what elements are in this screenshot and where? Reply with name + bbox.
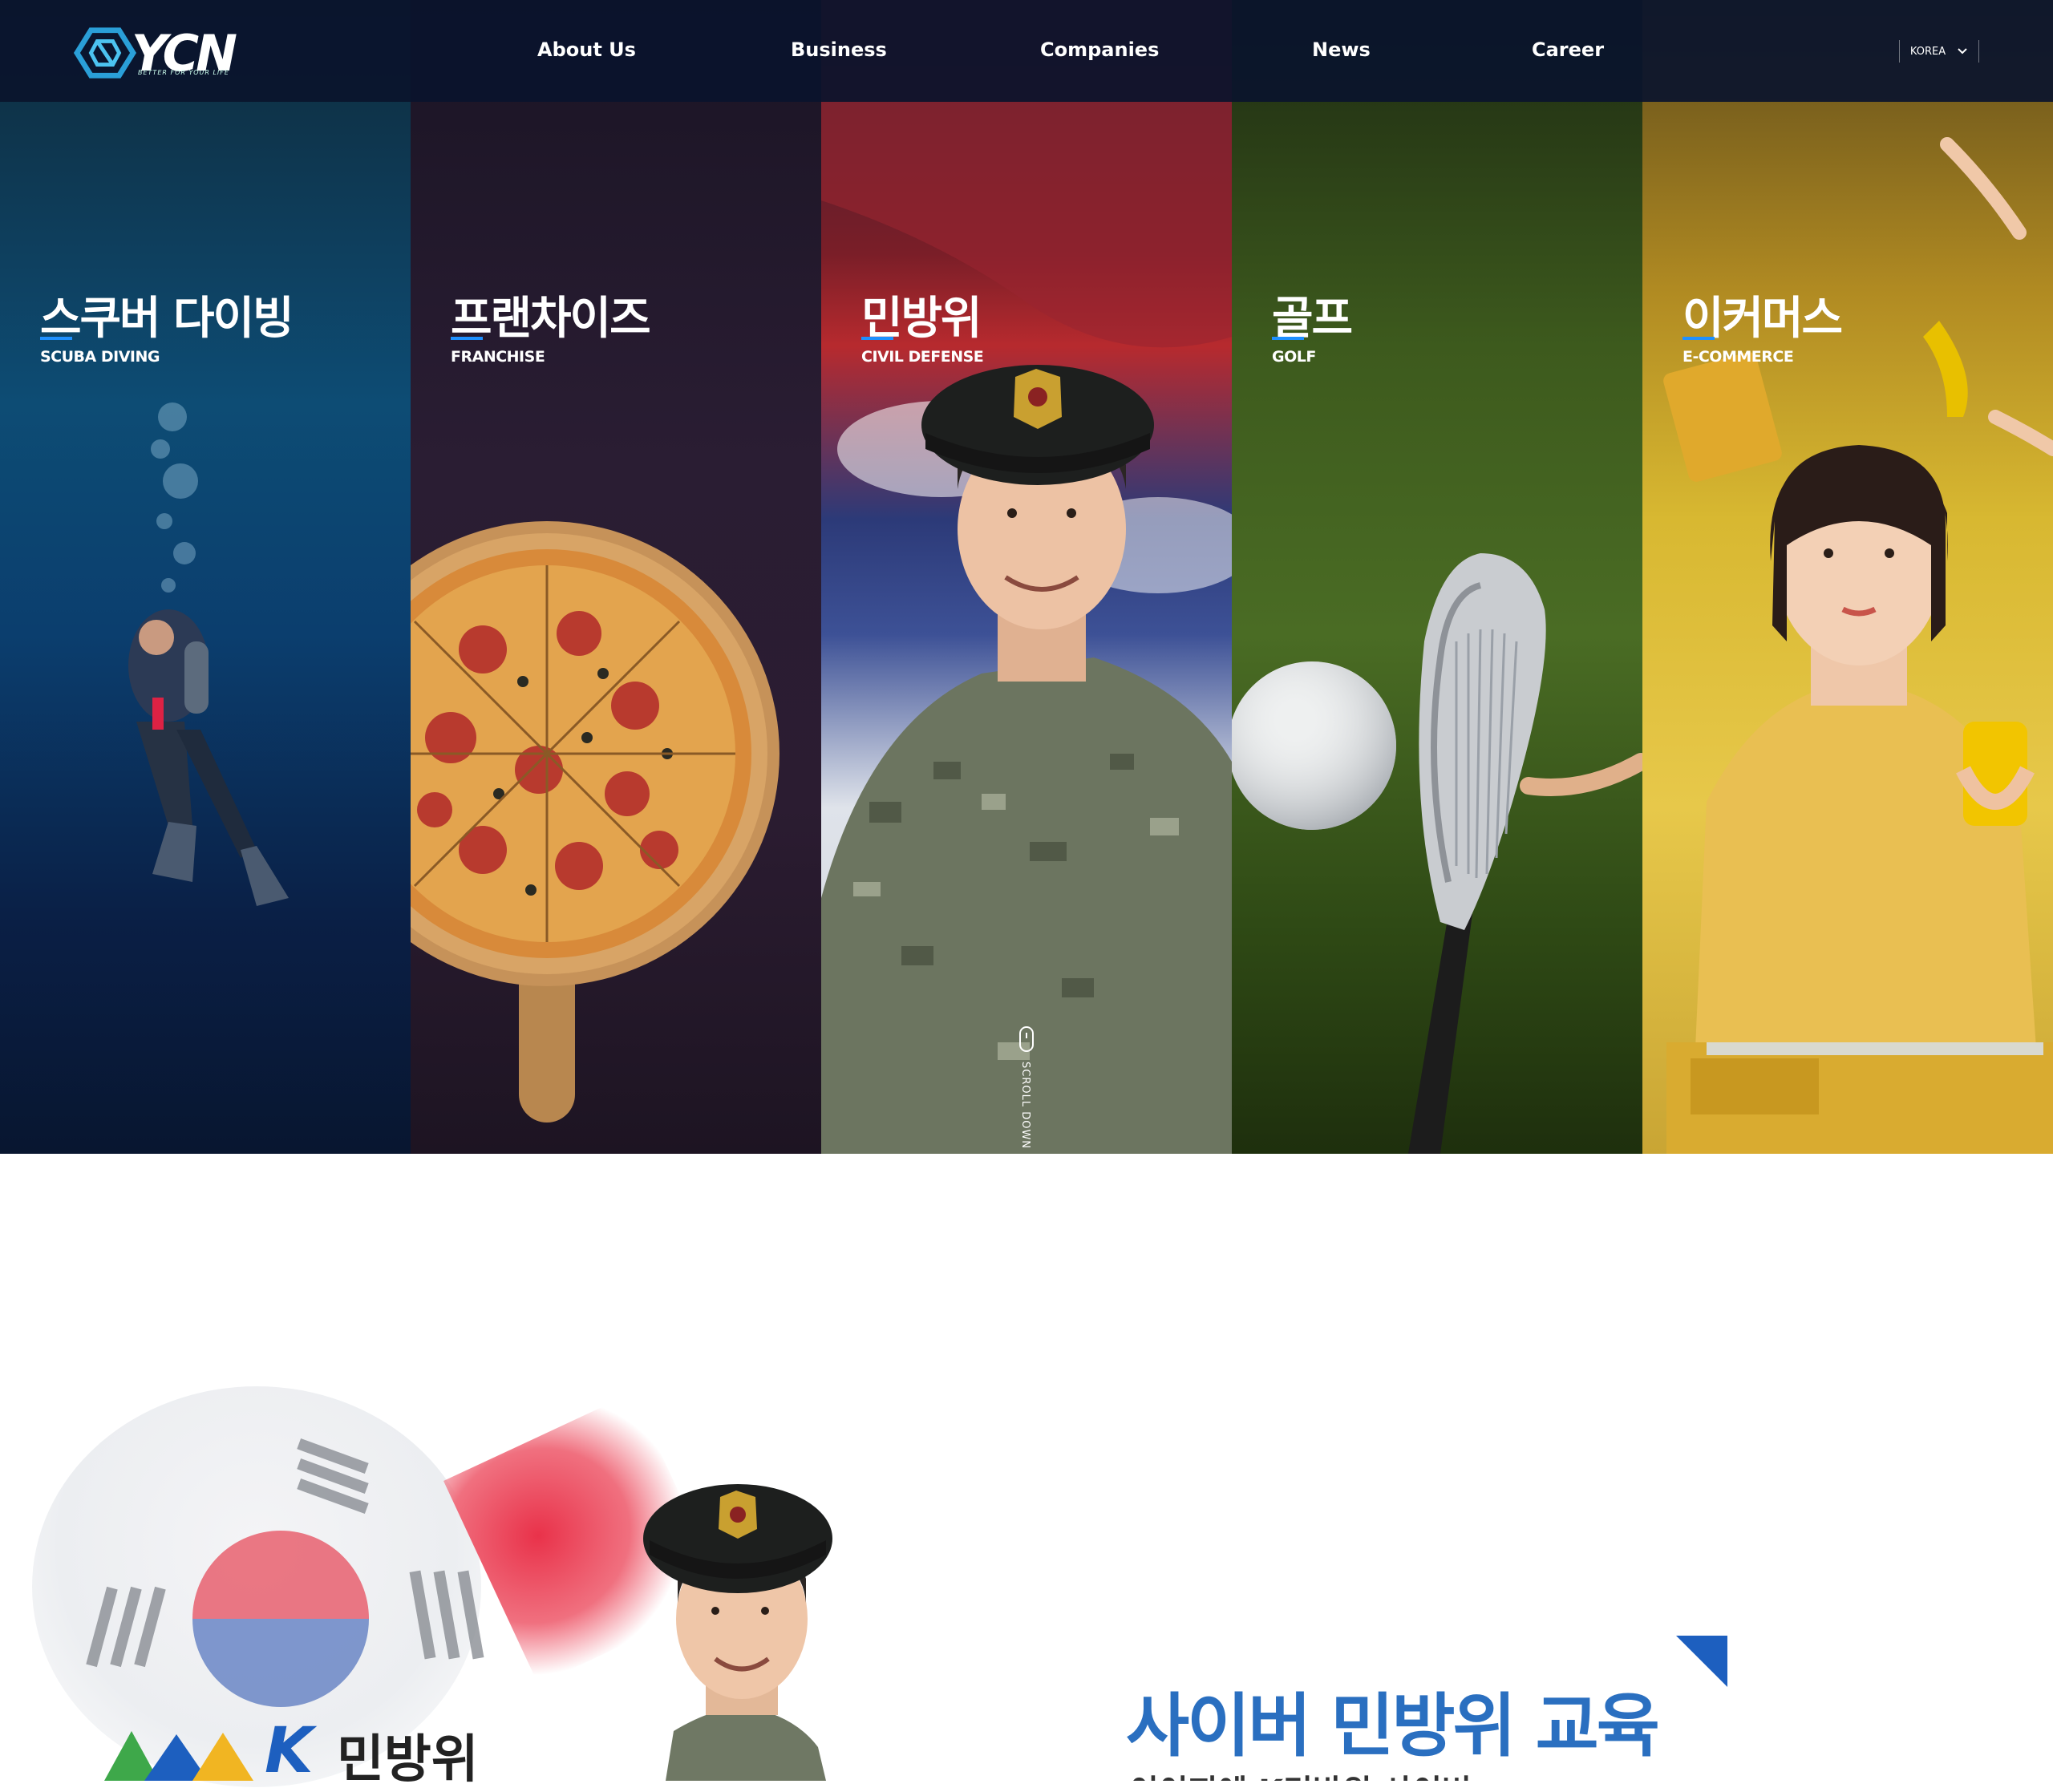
panel-e-commerce[interactable]: 이커머스 E-COMMERCE [1642,0,2053,1154]
title-underline [1682,337,1715,340]
soldier-image [821,0,1232,1154]
panel-subtitle: CIVIL DEFENSE [861,348,984,366]
k-civil-defense-logo: K 민방위 [104,1715,521,1790]
section-subtitle: 이이지에 K민방위 사이버 [1129,1766,1472,1781]
section-title: 사이버 민방위 교육 [1126,1686,1660,1766]
hero-section: 스쿠버 다이빙 SCUBA DIVING 프랜차이즈 FRANCHISE 민방위… [0,0,2053,1154]
cyber-civil-defense-section: K 민방위 사이버 민방위 교육 이이지에 K민방위 사이버 [0,1154,2053,1790]
panel-title: 스쿠버 다이빙 [40,293,294,345]
language-label: KOREA [1909,45,1946,58]
logo-hexagon-icon [74,27,136,79]
soldier-portrait-image [643,1484,832,1781]
scroll-down-label: SCROLL DOWN [1019,1062,1031,1150]
panel-subtitle: GOLF [1272,348,1316,366]
scuba-diver-image [128,402,289,906]
panel-subtitle: FRANCHISE [451,348,545,366]
shopper-image [1663,137,2053,1154]
nav-companies[interactable]: Companies [1040,38,1159,61]
k-letter: K [265,1715,314,1787]
nav-news[interactable]: News [1312,38,1371,61]
title-underline [861,337,893,340]
mountain-logo-icon [104,1731,253,1781]
pizza-image [411,521,779,1123]
chevron-down-icon [1958,48,1967,55]
nav-business[interactable]: Business [791,38,887,61]
panel-civil-defense[interactable]: 민방위 CIVIL DEFENSE [821,0,1232,1154]
title-underline [40,337,72,340]
nav-career[interactable]: Career [1532,38,1604,61]
title-underline [1272,337,1304,340]
title-underline [451,337,483,340]
nav-about-us[interactable]: About Us [537,38,636,61]
panel-subtitle: SCUBA DIVING [40,348,160,366]
panel-subtitle: E-COMMERCE [1682,348,1794,366]
language-select[interactable]: KOREA [1899,40,1979,63]
site-header: YCN BETTER FOR YOUR LIFE About Us Busine… [0,0,2053,102]
logo-tagline: BETTER FOR YOUR LIFE [138,69,229,76]
corner-triangle-icon [1676,1636,1727,1687]
panel-scuba-diving[interactable]: 스쿠버 다이빙 SCUBA DIVING [0,0,411,1154]
mouse-icon [1019,1026,1034,1052]
civil-defense-brand-text: 민방위 [337,1730,479,1790]
golf-image [1232,553,1642,1154]
logo[interactable]: YCN BETTER FOR YOUR LIFE [74,21,237,85]
scroll-down-indicator[interactable]: SCROLL DOWN [1017,1026,1036,1150]
panel-franchise[interactable]: 프랜차이즈 FRANCHISE [411,0,821,1154]
panel-golf[interactable]: 골프 GOLF [1232,0,1642,1154]
